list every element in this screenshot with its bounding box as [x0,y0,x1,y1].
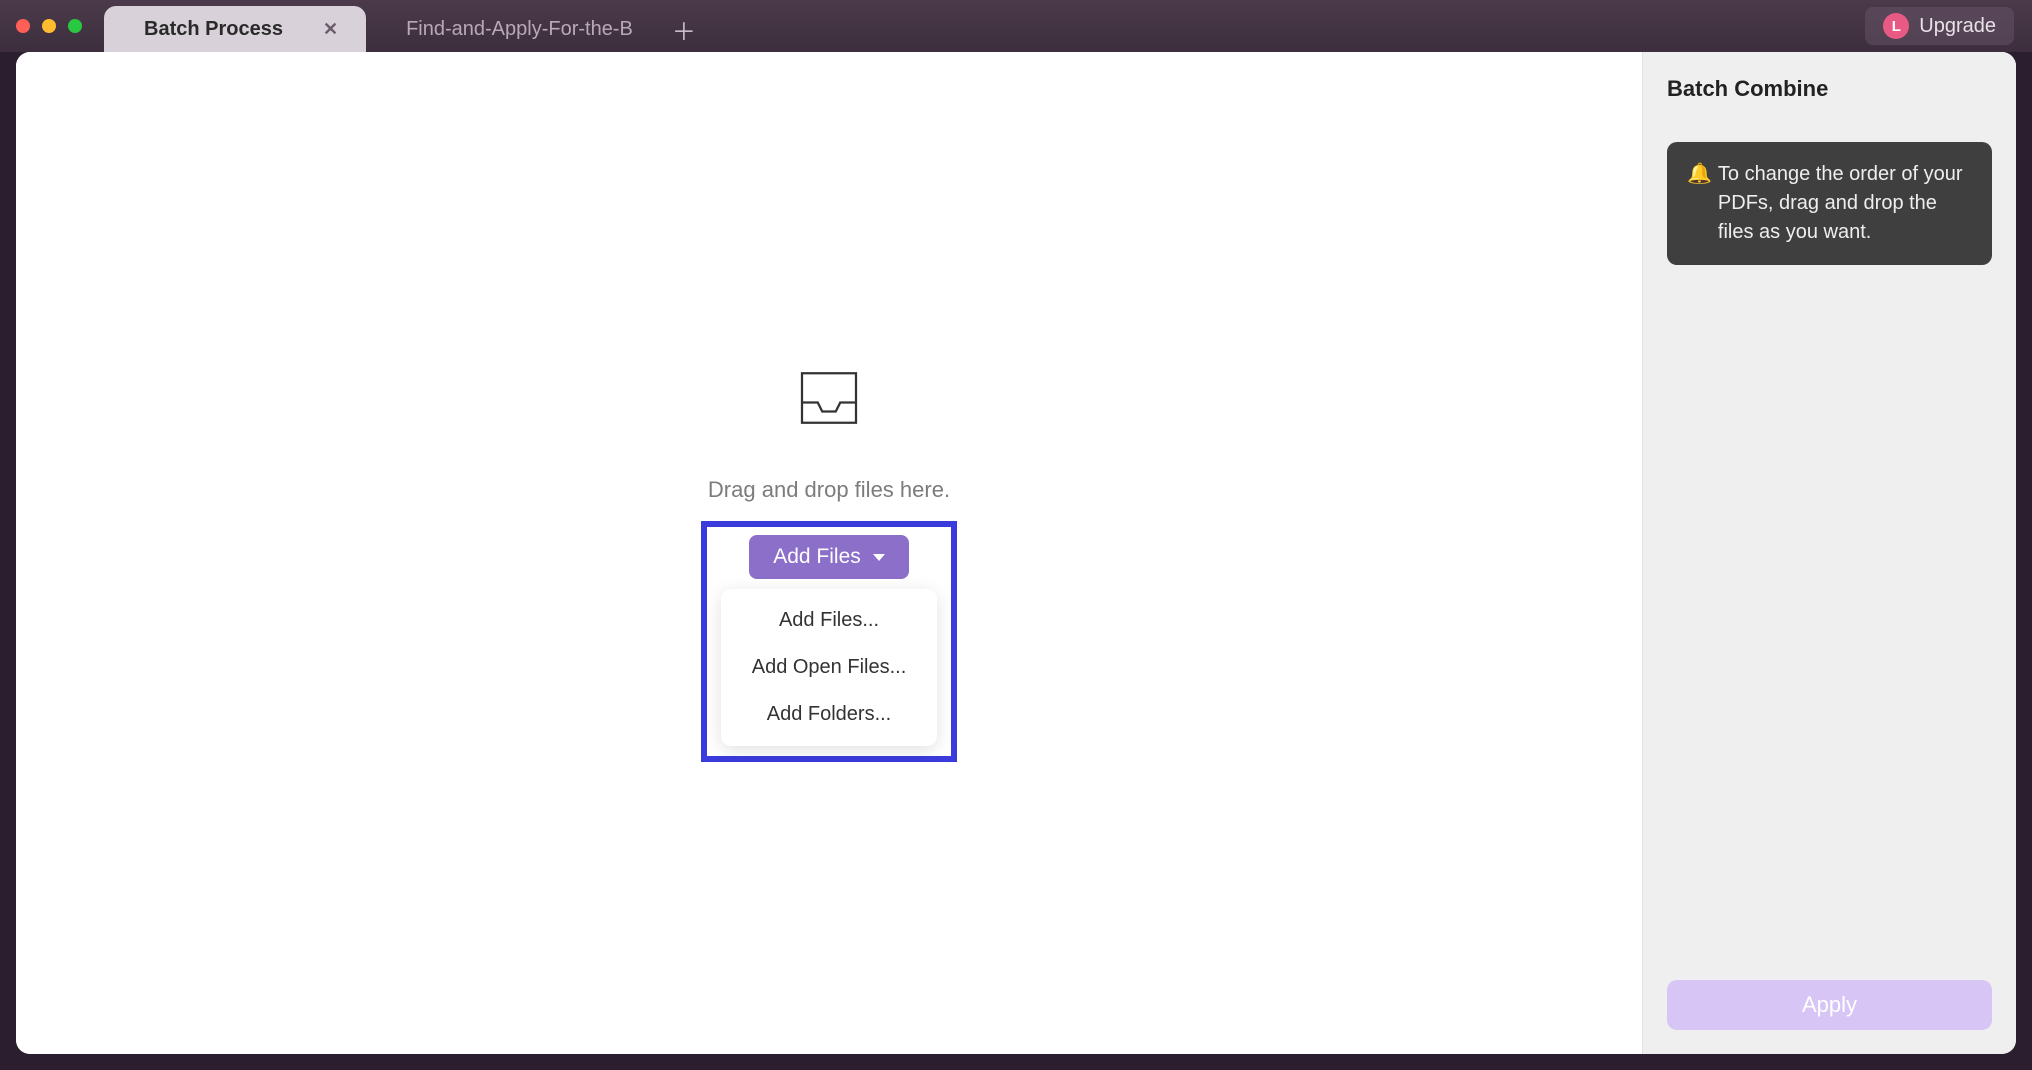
add-files-dropdown: Add Files... Add Open Files... Add Folde… [721,589,937,746]
add-files-button[interactable]: Add Files [749,535,909,579]
dropzone-hint: Drag and drop files here. [708,477,950,503]
plus-icon: ＋ [672,12,696,47]
tip-text: To change the order of your PDFs, drag a… [1718,160,1972,247]
apply-button[interactable]: Apply [1667,980,1992,1030]
titlebar: Batch Process ✕ Find-and-Apply-For-the-B… [0,0,2032,52]
close-window-icon[interactable] [16,19,30,33]
upgrade-label: Upgrade [1919,15,1996,38]
add-files-highlight: Add Files Add Files... Add Open Files...… [701,521,957,762]
tab-label: Find-and-Apply-For-the-B [406,18,633,41]
app-window: Drag and drop files here. Add Files Add … [16,52,2016,1054]
sidebar: Batch Combine 🔔 To change the order of y… [1642,52,2016,1054]
avatar-letter: L [1892,18,1901,35]
chevron-down-icon [873,554,885,561]
minimize-window-icon[interactable] [42,19,56,33]
upgrade-button[interactable]: L Upgrade [1865,7,2014,45]
sidebar-title: Batch Combine [1667,76,1992,102]
tip-box: 🔔 To change the order of your PDFs, drag… [1667,142,1992,265]
tab-label: Batch Process [144,18,283,41]
dropdown-item-add-files[interactable]: Add Files... [721,597,937,644]
new-tab-button[interactable]: ＋ [661,6,707,52]
add-files-label: Add Files [773,545,861,569]
tab-batch-process[interactable]: Batch Process ✕ [104,6,366,52]
inbox-icon [793,362,865,439]
bell-icon: 🔔 [1687,160,1712,247]
dropdown-item-add-folders[interactable]: Add Folders... [721,691,937,738]
dropzone[interactable]: Drag and drop files here. Add Files Add … [701,362,957,762]
close-tab-icon[interactable]: ✕ [323,19,338,40]
main-pane: Drag and drop files here. Add Files Add … [16,52,1642,1054]
tab-strip: Batch Process ✕ Find-and-Apply-For-the-B… [104,0,707,52]
zoom-window-icon[interactable] [68,19,82,33]
tab-document[interactable]: Find-and-Apply-For-the-B [366,6,661,52]
traffic-lights [16,19,82,33]
avatar: L [1883,13,1909,39]
dropdown-item-add-open-files[interactable]: Add Open Files... [721,644,937,691]
